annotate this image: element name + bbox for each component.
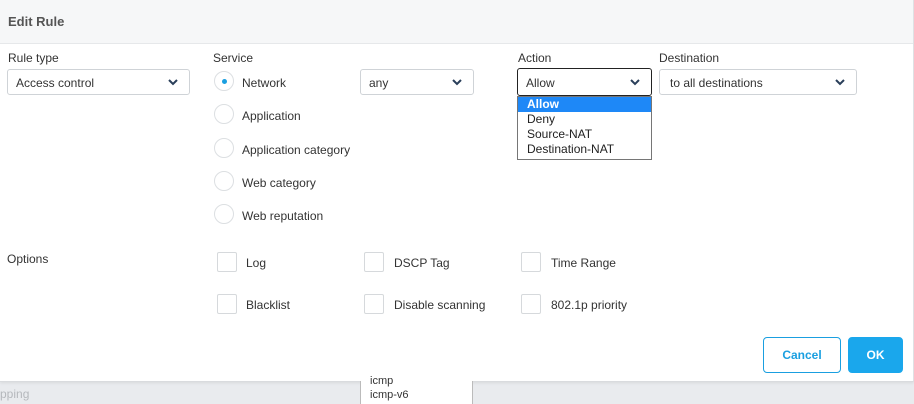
checkbox-8021p-priority[interactable] [521,294,541,314]
action-option-allow[interactable]: Allow [518,97,651,112]
background-text: pping [0,387,30,401]
radio-application-category-label: Application category [242,143,351,157]
service-option-icmp-v6[interactable]: icmp-v6 [370,389,409,401]
radio-web-reputation-label: Web reputation [242,209,324,223]
service-option-icmp[interactable]: icmp [370,375,393,387]
service-label: Service [213,51,254,65]
radio-application[interactable] [214,104,234,124]
checkbox-blacklist-label: Blacklist [246,298,291,312]
action-value: Allow [526,76,555,90]
chevron-down-icon [630,79,640,86]
checkbox-dscp-tag-label: DSCP Tag [394,256,450,270]
dialog-title: Edit Rule [8,14,65,29]
chevron-down-icon [168,79,178,86]
radio-network-label: Network [242,76,287,90]
dialog-header: Edit Rule [0,0,913,44]
action-option-deny[interactable]: Deny [518,112,651,127]
network-service-value: any [369,76,389,90]
rule-type-value: Access control [16,76,95,90]
radio-web-category-label: Web category [242,176,316,190]
action-label: Action [518,51,552,65]
radio-web-category[interactable] [214,171,234,191]
rule-type-select[interactable]: Access control [7,69,190,95]
action-option-source-nat[interactable]: Source-NAT [518,127,651,142]
options-label: Options [7,252,49,266]
chevron-down-icon [452,79,462,86]
checkbox-blacklist[interactable] [217,294,237,314]
checkbox-time-range[interactable] [521,252,541,272]
radio-application-label: Application [242,109,301,123]
checkbox-disable-scanning[interactable] [364,294,384,314]
checkbox-8021p-priority-label: 802.1p priority [551,298,628,312]
checkbox-disable-scanning-label: Disable scanning [394,298,486,312]
checkbox-time-range-label: Time Range [551,256,616,270]
destination-select[interactable]: to all destinations [659,69,857,95]
checkbox-log[interactable] [217,252,237,272]
action-dropdown-list: Allow Deny Source-NAT Destination-NAT [517,96,652,160]
radio-network[interactable] [214,71,234,91]
destination-value: to all destinations [670,76,763,90]
radio-web-reputation[interactable] [214,204,234,224]
chevron-down-icon [835,79,845,86]
service-list-overflow: icmp icmp-v6 [360,375,473,404]
checkbox-dscp-tag[interactable] [364,252,384,272]
network-service-select[interactable]: any [360,69,474,95]
rule-type-label: Rule type [8,51,59,65]
ok-button[interactable]: OK [848,337,903,373]
action-select[interactable]: Allow [517,68,652,96]
cancel-button[interactable]: Cancel [763,337,841,373]
destination-label: Destination [659,51,720,65]
checkbox-log-label: Log [246,256,267,270]
action-option-destination-nat[interactable]: Destination-NAT [518,142,651,157]
radio-application-category[interactable] [214,138,234,158]
edit-rule-dialog: Edit Rule Rule type Access control Servi… [0,0,914,382]
